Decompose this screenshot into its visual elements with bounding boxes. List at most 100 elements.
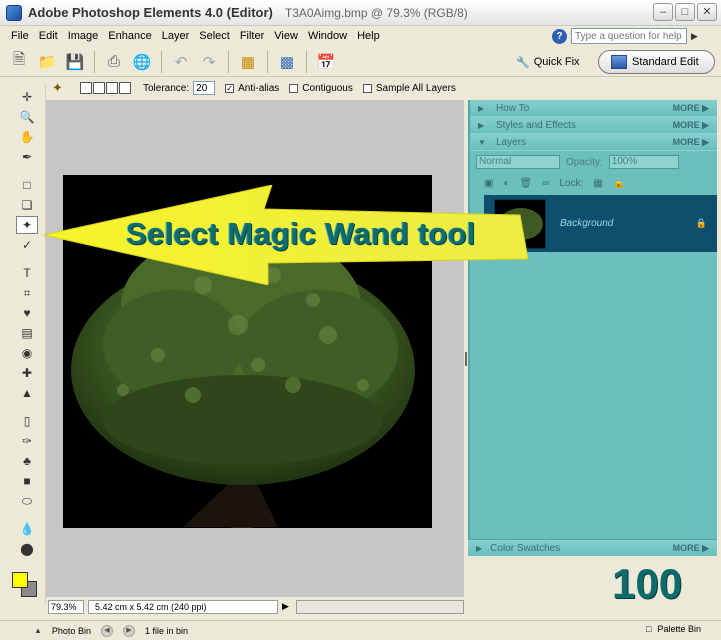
help-go-arrow-icon[interactable]: ▶ (691, 31, 701, 42)
help-icon[interactable]: ? (552, 28, 567, 44)
blur-tool-icon[interactable]: 💧 (16, 520, 38, 538)
redo-icon[interactable]: ↷ (196, 50, 222, 74)
menu-view[interactable]: View (269, 26, 303, 46)
layer-name: Background (560, 218, 614, 229)
layers-more-button[interactable]: MORE ▶ (673, 137, 709, 148)
lock-all-icon[interactable]: 🔒 (613, 178, 625, 189)
print-icon[interactable]: ⎙ (101, 50, 127, 74)
clone-stamp-tool-icon[interactable]: ▲ (16, 384, 38, 402)
splitter-grip[interactable] (465, 352, 467, 366)
quick-fix-button[interactable]: 🔧 Quick Fix (510, 50, 586, 74)
styles-effects-palette-header[interactable]: ▶ Styles and Effects MORE ▶ (470, 117, 717, 134)
healing-brush-tool-icon[interactable]: ✚ (16, 364, 38, 382)
sample-all-layers-checkbox[interactable] (362, 83, 372, 93)
menu-window[interactable]: Window (303, 26, 352, 46)
menu-help[interactable]: Help (352, 26, 385, 46)
sponge-tool-icon[interactable]: ⬤ (16, 540, 38, 558)
standard-edit-button[interactable]: Standard Edit (598, 50, 715, 74)
online-services-icon[interactable]: 🌐 (129, 50, 155, 74)
save-icon[interactable]: 💾 (62, 50, 88, 74)
document-size-readout: 5.42 cm x 5.42 cm (240 ppi) (88, 599, 278, 614)
link-layer-icon[interactable]: ∞ (542, 178, 549, 189)
magic-wand-tool-icon[interactable]: ✦ (16, 216, 38, 234)
previous-photo-icon[interactable]: ◀ (100, 624, 113, 637)
crop-tool-icon[interactable]: ⌗ (16, 284, 38, 302)
layers-palette-header[interactable]: ▼ Layers MORE ▶ (470, 134, 717, 151)
minimize-button[interactable]: – (653, 3, 673, 21)
swatches-more-button[interactable]: MORE ▶ (673, 543, 709, 554)
lock-transparency-icon[interactable]: ▦ (593, 178, 602, 189)
menu-enhance[interactable]: Enhance (103, 26, 156, 46)
expand-triangle-icon[interactable]: ▶ (478, 104, 488, 113)
zoom-tool-icon[interactable]: 🔍 (16, 108, 38, 126)
subtract-from-selection-icon[interactable] (106, 82, 118, 94)
next-photo-icon[interactable]: ▶ (122, 624, 135, 637)
intersect-selection-icon[interactable] (119, 82, 131, 94)
opacity-label: Opacity: (566, 156, 603, 168)
styles-more-button[interactable]: MORE ▶ (673, 120, 709, 131)
organizer-icon[interactable]: ▦ (235, 50, 261, 74)
toolbar-divider (161, 50, 162, 73)
palette-bin-checkbox-icon[interactable]: □ (646, 624, 651, 634)
lock-label: Lock: (559, 177, 584, 189)
anti-alias-checkbox[interactable]: ✓ (225, 83, 235, 93)
foreground-color-swatch[interactable] (12, 572, 28, 588)
open-folder-icon[interactable]: 📁 (34, 50, 60, 74)
toolbar-divider (228, 50, 229, 73)
help-search: ? ▶ (552, 28, 701, 44)
horizontal-scrollbar[interactable] (296, 599, 464, 614)
menu-edit[interactable]: Edit (34, 26, 63, 46)
tolerance-label: Tolerance: (143, 82, 190, 94)
type-tool-icon[interactable]: T (16, 264, 38, 282)
selection-brush-tool-icon[interactable]: ✓ (16, 236, 38, 254)
straighten-tool-icon[interactable]: ▤ (16, 324, 38, 342)
title-bar: Adobe Photoshop Elements 4.0 (Editor) T3… (0, 0, 721, 26)
menu-file[interactable]: File (6, 26, 34, 46)
blend-mode-select[interactable]: Normal (476, 155, 560, 169)
move-tool-icon[interactable]: ✛ (16, 88, 38, 106)
zoom-readout[interactable]: 79.3% (48, 599, 84, 614)
paint-bucket-tool-icon[interactable]: ♣ (16, 452, 38, 470)
how-to-palette-header[interactable]: ▶ How To MORE ▶ (470, 100, 717, 117)
create-icon[interactable]: ▩ (274, 50, 300, 74)
menu-select[interactable]: Select (194, 26, 235, 46)
eraser-tool-icon[interactable]: ▯ (16, 412, 38, 430)
lasso-tool-icon[interactable]: ❏ (16, 196, 38, 214)
maximize-button[interactable]: □ (675, 3, 695, 21)
expand-triangle-icon[interactable]: ▶ (478, 121, 488, 130)
status-menu-arrow-icon[interactable]: ▶ (282, 601, 292, 612)
expand-triangle-icon[interactable]: ▶ (476, 544, 482, 553)
red-eye-tool-icon[interactable]: ◉ (16, 344, 38, 362)
menu-layer[interactable]: Layer (157, 26, 195, 46)
brush-tool-icon[interactable]: ✑ (16, 432, 38, 450)
photoshop-elements-window: Adobe Photoshop Elements 4.0 (Editor) T3… (0, 0, 721, 640)
cookie-cutter-tool-icon[interactable]: ♥ (16, 304, 38, 322)
contiguous-checkbox[interactable] (289, 83, 299, 93)
new-file-icon[interactable]: 🗎 (6, 50, 32, 74)
tool-options-bar: Tolerance: ✓ Anti-alias Contiguous Sampl… (0, 78, 466, 98)
color-swatches-palette-header[interactable]: ▶ Color Swatches MORE ▶ (468, 539, 717, 556)
opacity-field[interactable]: 100% (608, 155, 679, 169)
how-to-more-button[interactable]: MORE ▶ (673, 103, 709, 114)
help-search-input[interactable] (571, 28, 687, 44)
eyedropper-tool-icon[interactable]: ✒ (16, 148, 38, 166)
marquee-tool-icon[interactable]: □ (16, 176, 38, 194)
add-to-selection-icon[interactable] (93, 82, 105, 94)
hand-tool-icon[interactable]: ✋ (16, 128, 38, 146)
gradient-tool-icon[interactable]: ■ (16, 472, 38, 490)
standard-edit-icon (611, 55, 627, 69)
tolerance-input[interactable] (193, 81, 216, 95)
canvas-area[interactable] (46, 100, 464, 597)
photo-bin-label[interactable]: Photo Bin (52, 626, 91, 636)
menu-filter[interactable]: Filter (235, 26, 269, 46)
photo-bin-toggle-icon[interactable]: ▲ (34, 626, 42, 635)
close-button[interactable]: ✕ (697, 3, 717, 21)
color-swatches-label: Color Swatches (490, 542, 561, 554)
palette-bin-toggle[interactable]: □ Palette Bin (646, 624, 701, 634)
menu-image[interactable]: Image (63, 26, 104, 46)
shape-tool-icon[interactable]: ⬭ (16, 492, 38, 510)
undo-icon[interactable]: ↶ (168, 50, 194, 74)
collapse-triangle-icon[interactable]: ▼ (478, 138, 488, 147)
date-view-icon[interactable]: 📅 (313, 50, 339, 74)
new-selection-icon[interactable] (80, 82, 92, 94)
